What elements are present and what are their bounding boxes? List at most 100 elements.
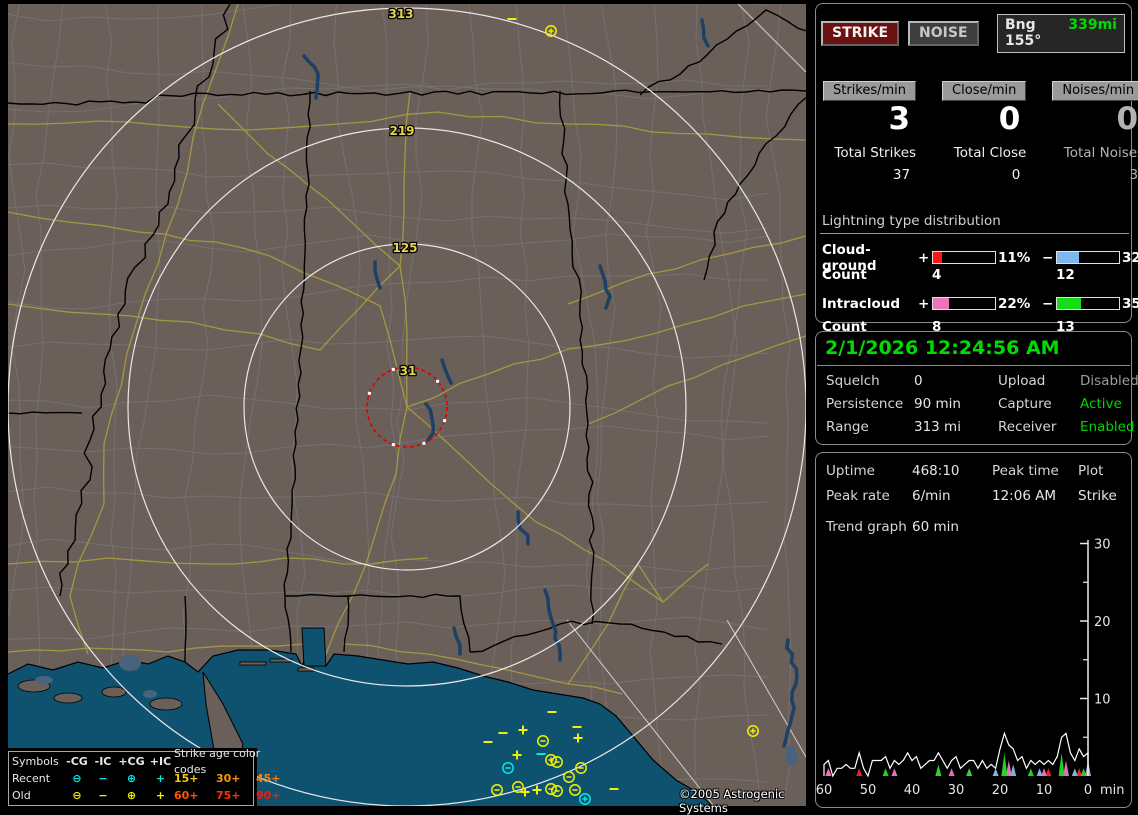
- legend-col-pic: +IC: [149, 754, 172, 768]
- plus-sign: +: [918, 249, 930, 266]
- age-code-30: 30+: [216, 771, 241, 785]
- plus-sign: +: [918, 295, 930, 312]
- status-row: Squelch 0 Upload Disabled: [816, 373, 1138, 389]
- status-row: Persistence 90 min Capture Active: [816, 396, 1131, 412]
- squelch-value: 0: [914, 373, 923, 389]
- ic-minus-bar: [1056, 297, 1120, 311]
- peak-time-value: 12:06 AM: [992, 488, 1057, 504]
- ic-plus-pct: 22%: [998, 295, 1031, 312]
- peak-rate-row: Peak rate 6/min 12:06 AM Strike: [816, 488, 1131, 504]
- persistence-value: 90 min: [914, 396, 961, 412]
- svg-text:125: 125: [392, 241, 417, 255]
- age-code-45: 45+: [256, 771, 281, 785]
- legend-col-pcg: +CG: [118, 754, 145, 768]
- ic-minus-pct: 35%: [1122, 295, 1138, 312]
- noise-toggle-button[interactable]: NOISE: [908, 21, 979, 46]
- plot-label: Plot: [1078, 463, 1104, 479]
- minus-icon: −: [98, 788, 108, 802]
- status-panel: 2/1/2026 12:24:56 AM Squelch 0 Upload Di…: [815, 331, 1138, 445]
- persistence-label: Persistence: [826, 396, 904, 412]
- strike-map[interactable]: 313 219 125 31 Symbols -CG -IC +CG +IC Stri…: [8, 4, 806, 815]
- uptime-label: Uptime: [826, 463, 875, 479]
- cloud-ground-row: Cloud-ground + 11% − 32%: [822, 242, 1138, 274]
- svg-text:313: 313: [388, 7, 413, 21]
- svg-text:50: 50: [860, 783, 877, 798]
- map-canvas[interactable]: 313 219 125 31: [8, 4, 806, 806]
- minus-icon: −: [98, 771, 108, 785]
- svg-text:20: 20: [992, 783, 1009, 798]
- cloud-ground-count-row: Count 4 12: [822, 265, 1129, 285]
- cg-minus-count: 12: [1056, 266, 1075, 283]
- squelch-label: Squelch: [826, 373, 880, 389]
- cg-plus-pct: 11%: [998, 249, 1031, 266]
- intracloud-row: Intracloud + 22% − 35%: [822, 294, 1138, 314]
- circled-minus-icon: ⊖: [72, 788, 82, 802]
- close-per-min-value: 0: [998, 101, 1021, 137]
- legend-symbols-header: Symbols: [12, 754, 59, 768]
- cg-minus-bar: [1056, 251, 1120, 265]
- peak-rate-label: Peak rate: [826, 488, 890, 504]
- receiver-value: Enabled: [1080, 419, 1135, 435]
- svg-text:min: min: [1100, 783, 1125, 798]
- legend-row-recent-label: Recent: [12, 771, 51, 785]
- svg-text:0: 0: [1084, 783, 1092, 798]
- distribution-heading: Lightning type distribution: [820, 213, 1129, 234]
- status-row: Range 313 mi Receiver Enabled: [816, 419, 1135, 435]
- stats-panel: STRIKE NOISE Bng 155° 339mi Strikes/min …: [815, 3, 1138, 335]
- capture-label: Capture: [998, 396, 1052, 412]
- capture-value: Active: [1080, 396, 1122, 412]
- legend-col-ncg: -CG: [66, 754, 88, 768]
- trend-graph-row: Trend graph 60 min: [816, 519, 1131, 535]
- noises-per-min-value: 0: [1116, 101, 1138, 137]
- cg-minus-pct: 32%: [1122, 249, 1138, 266]
- strikes-per-min-chip: Strikes/min: [823, 81, 917, 101]
- upload-label: Upload: [998, 373, 1046, 389]
- cg-plus-count: 4: [932, 266, 942, 283]
- total-strikes-value: 37: [892, 166, 911, 183]
- bearing-label: Bng 155°: [1005, 17, 1042, 49]
- noises-per-min-chip: Noises/min: [1052, 81, 1138, 101]
- map-symbol-legend: Symbols -CG -IC +CG +IC Strike age color…: [8, 747, 281, 806]
- peak-time-label: Peak time: [992, 463, 1059, 479]
- legend-row-old-label: Old: [12, 788, 31, 802]
- trend-graph-chart: 10 20 30 60 50 40 30 20 10 0 min: [816, 538, 1125, 799]
- trend-graph-label: Trend graph: [826, 519, 907, 535]
- copyright-text: ©2005 Astrogenic Systems: [679, 787, 785, 815]
- app-window: { "header": { "strike_button": "STRIKE",…: [0, 0, 1138, 815]
- plus-icon: +: [155, 788, 166, 802]
- strikes-column: Strikes/min 3 Total Strikes 37: [823, 79, 917, 183]
- svg-text:219: 219: [389, 124, 414, 138]
- plus-icon: +: [155, 771, 166, 785]
- bearing-display: Bng 155° 339mi: [997, 14, 1125, 53]
- svg-text:30: 30: [948, 783, 965, 798]
- total-close-value: 0: [1011, 166, 1021, 183]
- noises-column: Noises/min 0 Total Noises 3: [1052, 79, 1138, 183]
- svg-text:10: 10: [1036, 783, 1053, 798]
- intracloud-label: Intracloud: [822, 295, 901, 312]
- minus-sign: −: [1042, 249, 1054, 266]
- age-code-60: 60+: [174, 788, 199, 802]
- legend-col-nic: -IC: [94, 754, 112, 768]
- strike-toggle-button[interactable]: STRIKE: [821, 21, 900, 46]
- datetime-display: 2/1/2026 12:24:56 AM: [817, 332, 1130, 366]
- upload-value: Disabled: [1080, 373, 1138, 389]
- uptime-value: 468:10: [912, 463, 960, 479]
- age-code-75: 75+: [216, 788, 241, 802]
- circled-plus-icon: ⊕: [126, 788, 137, 802]
- close-per-min-chip: Close/min: [942, 81, 1027, 101]
- svg-text:30: 30: [1094, 538, 1111, 553]
- circled-minus-icon: ⊖: [72, 771, 82, 785]
- bearing-distance: 339mi: [1068, 17, 1117, 33]
- range-value: 313 mi: [914, 419, 961, 435]
- circled-plus-icon: ⊕: [126, 771, 137, 785]
- range-label: Range: [826, 419, 869, 435]
- count-label: Count: [822, 266, 867, 283]
- svg-text:31: 31: [400, 364, 417, 378]
- close-column: Close/min 0 Total Close 0: [942, 79, 1027, 183]
- age-code-90: 90+: [256, 788, 281, 802]
- total-noises-value: 3: [1129, 166, 1138, 183]
- svg-text:60: 60: [816, 783, 832, 798]
- svg-text:10: 10: [1094, 693, 1111, 708]
- uptime-trend-panel: Uptime 468:10 Peak time Plot Peak rate 6…: [815, 452, 1132, 808]
- peak-rate-value: 6/min: [912, 488, 951, 504]
